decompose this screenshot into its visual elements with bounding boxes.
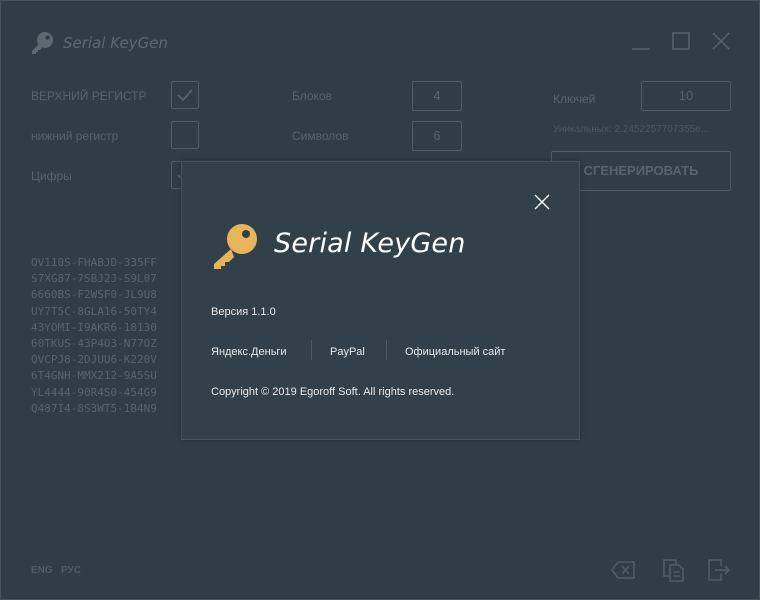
list-item: UY7T5C-8GLA16-50TY4: [31, 304, 157, 318]
key-icon: [210, 222, 260, 270]
keys-count-label: Ключей: [553, 92, 596, 106]
version-text: Версия 1.1.0: [211, 306, 276, 318]
about-title: Serial KeyGen: [274, 228, 466, 259]
list-item: S7XG87-7SBJ2J-S9L07: [31, 272, 157, 286]
checkmark-icon: [177, 89, 193, 102]
copyright-text: Copyright © 2019 Egoroff Soft. All right…: [211, 386, 455, 398]
close-icon[interactable]: [532, 192, 552, 212]
list-item: 6T4GNH-MMX212-9A5SU: [31, 369, 157, 383]
app-window: Serial KeyGen ВЕРХНИЙ РЕГИСТР Блоков 4 К…: [0, 0, 760, 600]
symbols-input[interactable]: 6: [412, 121, 462, 151]
title-bar: Serial KeyGen: [1, 1, 759, 61]
list-item: OV110S-FHABJD-335FF: [31, 256, 157, 269]
uppercase-label: ВЕРХНИЙ РЕГИСТР: [31, 89, 147, 103]
lang-eng-button[interactable]: ENG: [31, 565, 53, 576]
close-button[interactable]: [709, 29, 733, 53]
list-item: 43YOMI-I9AKR6-18130: [31, 320, 157, 334]
lowercase-checkbox[interactable]: [171, 121, 199, 149]
symbols-label: Символов: [292, 129, 349, 143]
paypal-link[interactable]: PayPal: [330, 346, 365, 358]
divider: [311, 340, 312, 360]
key-icon: [29, 30, 55, 56]
copy-icon[interactable]: [660, 557, 686, 583]
clear-icon[interactable]: [610, 557, 636, 583]
list-item: YL4444-90R4S0-454G9: [31, 385, 157, 399]
list-item: Q487I4-8S3WT5-1B4N9: [31, 401, 157, 415]
blocks-label: Блоков: [292, 89, 332, 103]
lowercase-label: нижний регистр: [31, 129, 119, 143]
lang-rus-button[interactable]: РУС: [61, 565, 81, 576]
minimize-button[interactable]: [629, 29, 653, 53]
yandex-money-link[interactable]: Яндекс.Деньги: [211, 346, 287, 358]
official-site-link[interactable]: Официальный сайт: [405, 346, 505, 358]
digits-label: Цифры: [31, 169, 72, 183]
keys-count-input[interactable]: 10: [641, 81, 731, 111]
uppercase-checkbox[interactable]: [171, 81, 199, 109]
keys-list[interactable]: OV110S-FHABJD-335FF S7XG87-7SBJ2J-S9L07 …: [31, 255, 181, 417]
divider: [386, 340, 387, 360]
list-item: 60TKUS-43P4O3-N77OZ: [31, 337, 157, 351]
app-title: Serial KeyGen: [63, 34, 168, 52]
list-item: QVCPJ8-2DJUU6-K220V: [31, 353, 157, 367]
unique-count-text: Уникальных: 2.2452257707355e...: [553, 124, 710, 135]
list-item: 6660BS-F2WSF0-JL9U8: [31, 288, 157, 302]
export-icon[interactable]: [705, 557, 731, 583]
about-dialog: Serial KeyGen Версия 1.1.0 Яндекс.Деньги…: [181, 161, 580, 440]
blocks-input[interactable]: 4: [412, 81, 462, 111]
maximize-button[interactable]: [669, 29, 693, 53]
